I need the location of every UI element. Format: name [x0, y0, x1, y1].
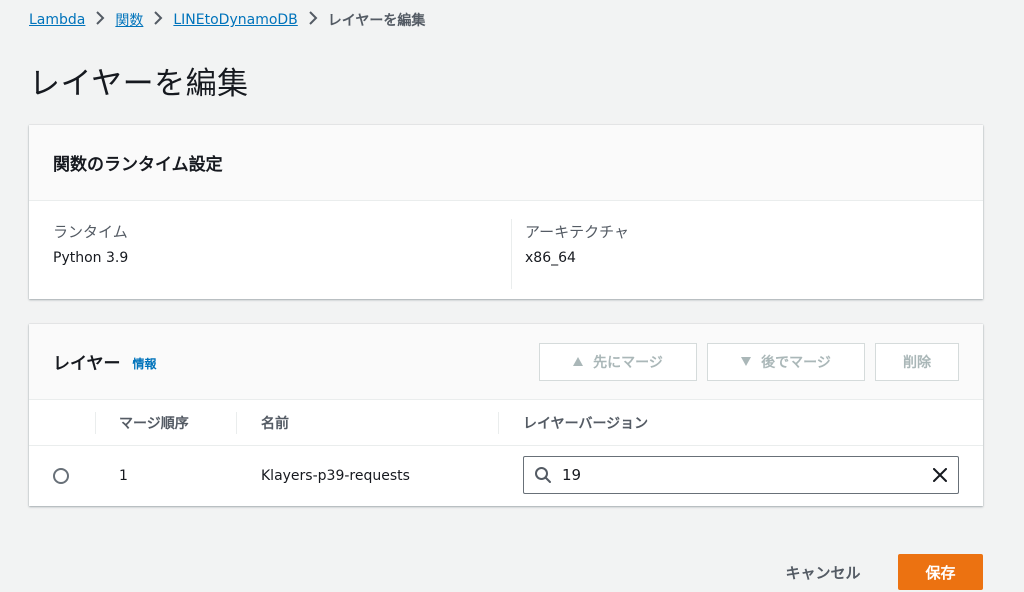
runtime-label: ランタイム: [53, 223, 128, 241]
save-button[interactable]: 保存: [898, 554, 983, 590]
runtime-settings-header: 関数のランタイム設定: [29, 125, 983, 201]
info-link[interactable]: 情報: [133, 355, 157, 372]
layer-version-search[interactable]: [523, 456, 959, 494]
column-header-name: 名前: [236, 400, 289, 446]
runtime-settings-values: ランタイム Python 3.9 アーキテクチャ x86_64: [29, 201, 983, 299]
triangle-up-icon: [573, 356, 584, 369]
column-header-label: 名前: [261, 416, 289, 432]
architecture-label: アーキテクチャ: [525, 223, 629, 241]
cancel-button[interactable]: キャンセル: [766, 554, 880, 590]
merge-up-button[interactable]: 先にマージ: [539, 343, 697, 381]
column-header-label: レイヤーバージョン: [523, 416, 649, 432]
runtime-settings-title: 関数のランタイム設定: [53, 155, 223, 175]
chevron-right-icon: [143, 11, 173, 29]
layers-table-header: マージ順序 名前 レイヤーバージョン: [29, 400, 983, 446]
chevron-right-icon: [85, 11, 115, 29]
page-title: レイヤーを編集: [29, 66, 249, 102]
delete-label: 削除: [903, 355, 931, 371]
runtime-column: ランタイム Python 3.9: [29, 219, 511, 299]
table-row: 1 Klayers-p39-requests: [29, 446, 983, 505]
merge-up-label: 先にマージ: [593, 355, 663, 371]
merge-down-button[interactable]: 後でマージ: [707, 343, 865, 381]
architecture-value: x86_64: [525, 250, 576, 266]
architecture-column: アーキテクチャ x86_64: [511, 219, 983, 289]
breadcrumb-link-function-name[interactable]: LINEtoDynamoDB: [173, 12, 297, 28]
column-header-layer-version: レイヤーバージョン: [498, 400, 648, 446]
merge-order-cell: 1: [119, 467, 128, 484]
search-icon: [524, 466, 562, 484]
layers-title: レイヤー: [53, 354, 121, 374]
breadcrumb-link-functions[interactable]: 関数: [115, 10, 143, 30]
row-select-radio[interactable]: [53, 468, 69, 484]
layer-actions: 先にマージ 後でマージ 削除: [539, 343, 959, 381]
layers-header: レイヤー 情報 先にマージ 後でマージ 削除: [29, 324, 983, 400]
layer-name-cell: Klayers-p39-requests: [261, 467, 410, 484]
runtime-settings-panel: 関数のランタイム設定 ランタイム Python 3.9 アーキテクチャ x86_…: [29, 125, 983, 299]
runtime-value: Python 3.9: [53, 250, 129, 266]
breadcrumb-current: レイヤーを編集: [327, 13, 426, 29]
layer-version-input[interactable]: [562, 466, 922, 484]
breadcrumb-link-lambda[interactable]: Lambda: [29, 12, 85, 28]
column-header-merge-order: マージ順序: [95, 400, 189, 446]
close-icon[interactable]: [922, 468, 958, 482]
breadcrumb: Lambda 関数 LINEtoDynamoDB レイヤーを編集: [29, 9, 425, 31]
chevron-right-icon: [298, 11, 328, 29]
column-header-label: マージ順序: [119, 416, 189, 432]
delete-button[interactable]: 削除: [875, 343, 959, 381]
layers-panel: レイヤー 情報 先にマージ 後でマージ 削除 マージ順序 名前 レイヤーバージョ…: [29, 324, 983, 506]
merge-down-label: 後でマージ: [761, 355, 831, 371]
triangle-down-icon: [741, 356, 752, 369]
